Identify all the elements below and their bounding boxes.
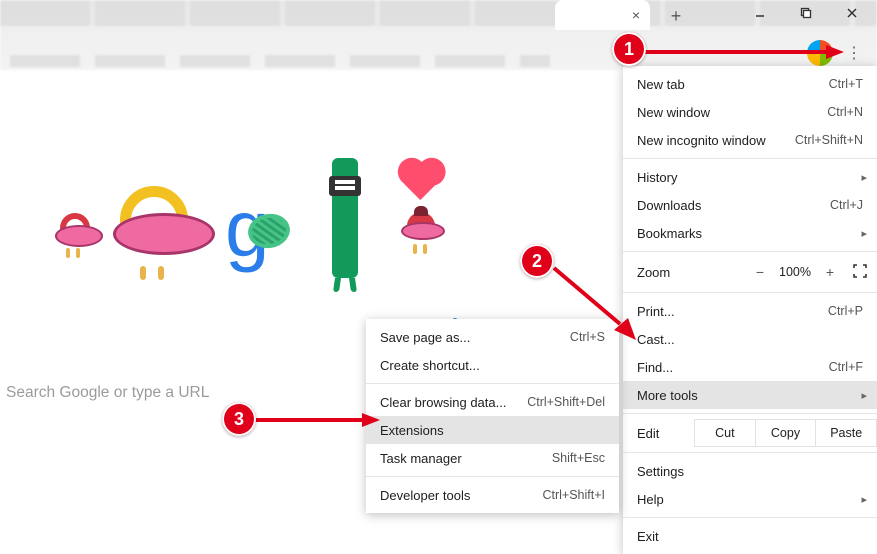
menu-separator bbox=[366, 476, 619, 477]
menu-zoom-row: Zoom − 100% + bbox=[623, 256, 877, 288]
zoom-in-button[interactable]: + bbox=[815, 260, 845, 284]
annotation-marker-2: 2 bbox=[520, 244, 554, 278]
menu-item-more-tools[interactable]: More tools bbox=[623, 381, 877, 409]
menu-item-downloads[interactable]: DownloadsCtrl+J bbox=[623, 191, 877, 219]
more-tools-submenu: Save page as...Ctrl+S Create shortcut...… bbox=[366, 319, 619, 513]
chrome-menu-button[interactable] bbox=[843, 42, 865, 64]
submenu-devtools[interactable]: Developer toolsCtrl+Shift+I bbox=[366, 481, 619, 509]
edit-label: Edit bbox=[637, 426, 695, 441]
minimize-button[interactable] bbox=[739, 0, 781, 26]
edit-cut-button[interactable]: Cut bbox=[694, 419, 756, 447]
menu-separator bbox=[366, 383, 619, 384]
annotation-marker-1: 1 bbox=[612, 32, 646, 66]
new-tab-button[interactable]: + bbox=[665, 5, 687, 27]
doodle-letter bbox=[332, 158, 358, 278]
menu-separator bbox=[623, 292, 877, 293]
omnibox-placeholder-text: Search Google or type a URL bbox=[6, 384, 209, 402]
doodle-letter bbox=[120, 186, 188, 254]
submenu-extensions[interactable]: Extensions bbox=[366, 416, 619, 444]
menu-item-history[interactable]: History bbox=[623, 163, 877, 191]
zoom-out-button[interactable]: − bbox=[745, 260, 775, 284]
close-tab-icon[interactable]: × bbox=[632, 7, 640, 23]
menu-item-new-window[interactable]: New windowCtrl+N bbox=[623, 98, 877, 126]
menu-item-help[interactable]: Help bbox=[623, 485, 877, 513]
active-tab[interactable]: × bbox=[555, 0, 650, 30]
submenu-clear-data[interactable]: Clear browsing data...Ctrl+Shift+Del bbox=[366, 388, 619, 416]
edit-paste-button[interactable]: Paste bbox=[815, 419, 877, 447]
chrome-main-menu: New tabCtrl+T New windowCtrl+N New incog… bbox=[623, 66, 877, 554]
doodle-letter bbox=[60, 213, 90, 243]
submenu-task-manager[interactable]: Task managerShift+Esc bbox=[366, 444, 619, 472]
zoom-value: 100% bbox=[775, 265, 815, 279]
close-window-button[interactable] bbox=[831, 0, 873, 26]
menu-item-find[interactable]: Find...Ctrl+F bbox=[623, 353, 877, 381]
menu-edit-row: Edit Cut Copy Paste bbox=[623, 418, 877, 448]
submenu-save-page[interactable]: Save page as...Ctrl+S bbox=[366, 323, 619, 351]
doodle-letter bbox=[407, 212, 435, 240]
menu-separator bbox=[623, 413, 877, 414]
menu-separator bbox=[623, 158, 877, 159]
menu-item-new-incognito[interactable]: New incognito windowCtrl+Shift+N bbox=[623, 126, 877, 154]
window-controls bbox=[739, 0, 873, 26]
profile-avatar[interactable] bbox=[807, 40, 833, 66]
zoom-label: Zoom bbox=[637, 265, 745, 280]
annotation-marker-3: 3 bbox=[222, 402, 256, 436]
edit-copy-button[interactable]: Copy bbox=[755, 419, 817, 447]
menu-item-cast[interactable]: Cast... bbox=[623, 325, 877, 353]
menu-separator bbox=[623, 517, 877, 518]
menu-item-print[interactable]: Print...Ctrl+P bbox=[623, 297, 877, 325]
menu-separator bbox=[623, 251, 877, 252]
heart-icon bbox=[402, 162, 440, 200]
submenu-create-shortcut[interactable]: Create shortcut... bbox=[366, 351, 619, 379]
menu-item-exit[interactable]: Exit bbox=[623, 522, 877, 550]
maximize-button[interactable] bbox=[785, 0, 827, 26]
menu-item-new-tab[interactable]: New tabCtrl+T bbox=[623, 70, 877, 98]
omnibox-placeholder[interactable]: Search Google or type a URL bbox=[0, 373, 260, 413]
fullscreen-button[interactable] bbox=[853, 264, 867, 281]
menu-item-settings[interactable]: Settings bbox=[623, 457, 877, 485]
menu-separator bbox=[623, 452, 877, 453]
google-doodle[interactable]: g bbox=[0, 168, 560, 298]
menu-item-bookmarks[interactable]: Bookmarks bbox=[623, 219, 877, 247]
